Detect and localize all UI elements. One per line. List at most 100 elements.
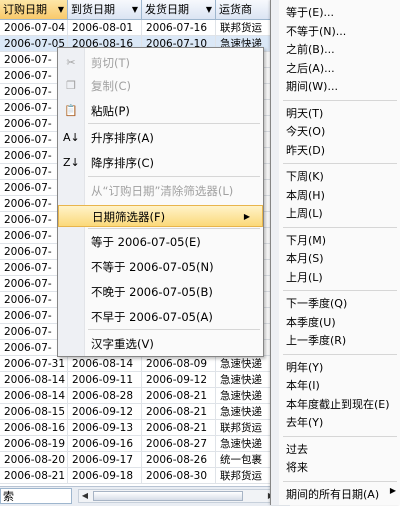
context-menu-item[interactable]: 日期筛选器(F) ▶ (58, 205, 263, 227)
table-cell[interactable]: 2006-09-18 (68, 468, 142, 484)
column-header-label: 订购日期 (3, 3, 47, 16)
table-cell[interactable]: 2006-08-14 (0, 372, 68, 388)
table-cell[interactable]: 2006-08-26 (142, 452, 216, 468)
table-row[interactable]: 2006-07-31 2006-08-14 2006-08-09 急速快递 (0, 356, 290, 372)
date-filter-option[interactable]: 本年度截止到现在(E) (286, 396, 390, 414)
date-filter-option[interactable]: 上月(L) (286, 269, 323, 287)
menu-separator (283, 480, 397, 482)
sort-asc-icon: A↓ (63, 131, 80, 144)
date-filter-option[interactable]: 本年(I) (286, 377, 320, 395)
column-header-label: 到货日期 (71, 3, 115, 16)
date-filter-option[interactable]: 今天(O) (286, 123, 325, 141)
date-filter-option[interactable]: 过去 (286, 441, 308, 459)
column-header-label: 发货日期 (145, 3, 189, 16)
context-menu-item-label: 日期筛选器(F) (92, 210, 166, 224)
menu-separator (88, 228, 260, 229)
table-cell[interactable]: 2006-08-01 (68, 20, 142, 36)
date-filter-option[interactable]: 上周(L) (286, 205, 323, 223)
table-cell[interactable]: 2006-08-21 (142, 420, 216, 436)
context-menu-item-label: 复制(C) (91, 79, 132, 93)
table-cell[interactable]: 2006-09-13 (68, 420, 142, 436)
column-header-ship-date[interactable]: 发货日期 ▼ (142, 0, 216, 19)
column-header-order-date[interactable]: 订购日期 ▼ (0, 0, 68, 19)
date-filter-option[interactable]: 下周(K) (286, 168, 324, 186)
date-filter-option[interactable]: 本季度(U) (286, 314, 336, 332)
table-cell[interactable]: 2006-09-12 (68, 404, 142, 420)
horizontal-scrollbar[interactable]: ◀ ▶ (78, 489, 278, 503)
column-header-arrival-date[interactable]: 到货日期 ▼ (68, 0, 142, 19)
table-cell[interactable]: 2006-08-21 (142, 404, 216, 420)
date-filter-option[interactable]: 昨天(D) (286, 142, 325, 160)
table-cell[interactable]: 2006-08-14 (0, 388, 68, 404)
date-filter-option[interactable]: 下一季度(Q) (286, 295, 347, 313)
context-menu-item[interactable]: 汉字重选(V) (58, 333, 263, 355)
table-cell[interactable]: 2006-08-16 (0, 420, 68, 436)
menu-separator (283, 99, 397, 101)
table-row[interactable]: 2006-08-14 2006-08-28 2006-08-21 急速快递 (0, 388, 290, 404)
date-filter-option[interactable]: 期间(W)... (286, 78, 338, 96)
context-menu-item[interactable]: 📋 粘贴(P) (58, 100, 263, 122)
menu-separator (283, 163, 397, 164)
context-menu-item-label: 粘贴(P) (91, 104, 130, 118)
date-filter-option[interactable]: 不等于(N)... (286, 23, 346, 41)
scroll-left-icon[interactable]: ◀ (79, 490, 91, 502)
table-cell[interactable]: 2006-09-12 (142, 372, 216, 388)
navigation-bar: 索 ◀ ▶ (0, 486, 290, 506)
context-menu-item-label: 等于 2006-07-05(E) (91, 235, 201, 249)
context-menu-item[interactable]: 不晚于 2006-07-05(B) (58, 281, 263, 303)
table-cell[interactable]: 2006-09-16 (68, 436, 142, 452)
menu-separator (283, 290, 397, 291)
date-filter-option[interactable]: 本周(H) (286, 187, 325, 205)
table-cell[interactable]: 2006-08-27 (142, 436, 216, 452)
table-cell[interactable]: 2006-07-31 (0, 356, 68, 372)
table-cell[interactable]: 2006-08-19 (0, 436, 68, 452)
table-cell[interactable]: 2006-08-28 (68, 388, 142, 404)
date-filter-option[interactable]: 本月(S) (286, 250, 324, 268)
menu-separator (283, 353, 397, 355)
table-cell[interactable]: 2006-09-17 (68, 452, 142, 468)
context-menu-item[interactable]: 不早于 2006-07-05(A) (58, 306, 263, 328)
table-cell[interactable]: 2006-08-30 (142, 468, 216, 484)
table-cell[interactable]: 2006-08-21 (0, 468, 68, 484)
context-menu-item-label: 降序排序(C) (91, 156, 155, 170)
context-menu-item[interactable]: 不等于 2006-07-05(N) (58, 256, 263, 278)
date-filter-option[interactable]: 去年(Y) (286, 414, 323, 432)
dropdown-arrow-icon[interactable]: ▼ (132, 0, 138, 19)
table-cell[interactable]: 2006-08-15 (0, 404, 68, 420)
table-cell[interactable]: 2006-08-09 (142, 356, 216, 372)
dropdown-arrow-icon[interactable]: ▼ (206, 0, 212, 19)
table-cell[interactable]: 2006-07-04 (0, 20, 68, 36)
table-row[interactable]: 2006-08-14 2006-09-11 2006-09-12 急速快递 (0, 372, 290, 388)
table-cell[interactable]: 2006-09-11 (68, 372, 142, 388)
table-row[interactable]: 2006-08-15 2006-09-12 2006-08-21 急速快递 (0, 404, 290, 420)
date-filter-option[interactable]: 上一季度(R) (286, 332, 346, 350)
context-menu-item-label: 不晚于 2006-07-05(B) (91, 285, 213, 299)
table-cell[interactable]: 2006-08-21 (142, 388, 216, 404)
scrollbar-thumb[interactable] (93, 491, 243, 501)
date-filter-option[interactable]: 等于(E)... (286, 4, 334, 22)
table-row[interactable]: 2006-07-04 2006-08-01 2006-07-16 联邦货运 (0, 20, 290, 36)
copy-icon: ❐ (66, 79, 76, 92)
table-cell[interactable]: 2006-08-14 (68, 356, 142, 372)
date-filter-option[interactable]: 下月(M) (286, 232, 326, 250)
menu-separator (88, 329, 260, 330)
table-cell[interactable]: 2006-08-20 (0, 452, 68, 468)
date-filter-option[interactable]: 明年(Y) (286, 359, 323, 377)
date-filter-option[interactable]: 之前(B)... (286, 41, 335, 59)
date-filter-option[interactable]: 之后(A)... (286, 60, 335, 78)
column-header-row: 订购日期 ▼ 到货日期 ▼ 发货日期 ▼ 运货商 (0, 0, 290, 20)
context-menu-item-label: 汉字重选(V) (91, 337, 154, 351)
search-input[interactable]: 索 (0, 488, 72, 504)
table-row[interactable]: 2006-08-19 2006-09-16 2006-08-27 急速快递 (0, 436, 290, 452)
context-menu-item[interactable]: A↓ 升序排序(A) (58, 127, 263, 149)
dropdown-arrow-icon[interactable]: ▼ (58, 0, 64, 19)
table-row[interactable]: 2006-08-16 2006-09-13 2006-08-21 联邦货运 (0, 420, 290, 436)
date-filter-option[interactable]: 明天(T) (286, 105, 323, 123)
date-filter-option[interactable]: 将来 (286, 459, 308, 477)
table-row[interactable]: 2006-08-20 2006-09-17 2006-08-26 统一包裹 (0, 452, 290, 468)
context-menu-item[interactable]: Z↓ 降序排序(C) (58, 152, 263, 174)
table-row[interactable]: 2006-08-21 2006-09-18 2006-08-30 联邦货运 (0, 468, 290, 484)
table-cell[interactable]: 2006-07-16 (142, 20, 216, 36)
date-filter-option[interactable]: 期间的所有日期(A) (286, 486, 379, 504)
context-menu-item[interactable]: 等于 2006-07-05(E) (58, 231, 263, 253)
